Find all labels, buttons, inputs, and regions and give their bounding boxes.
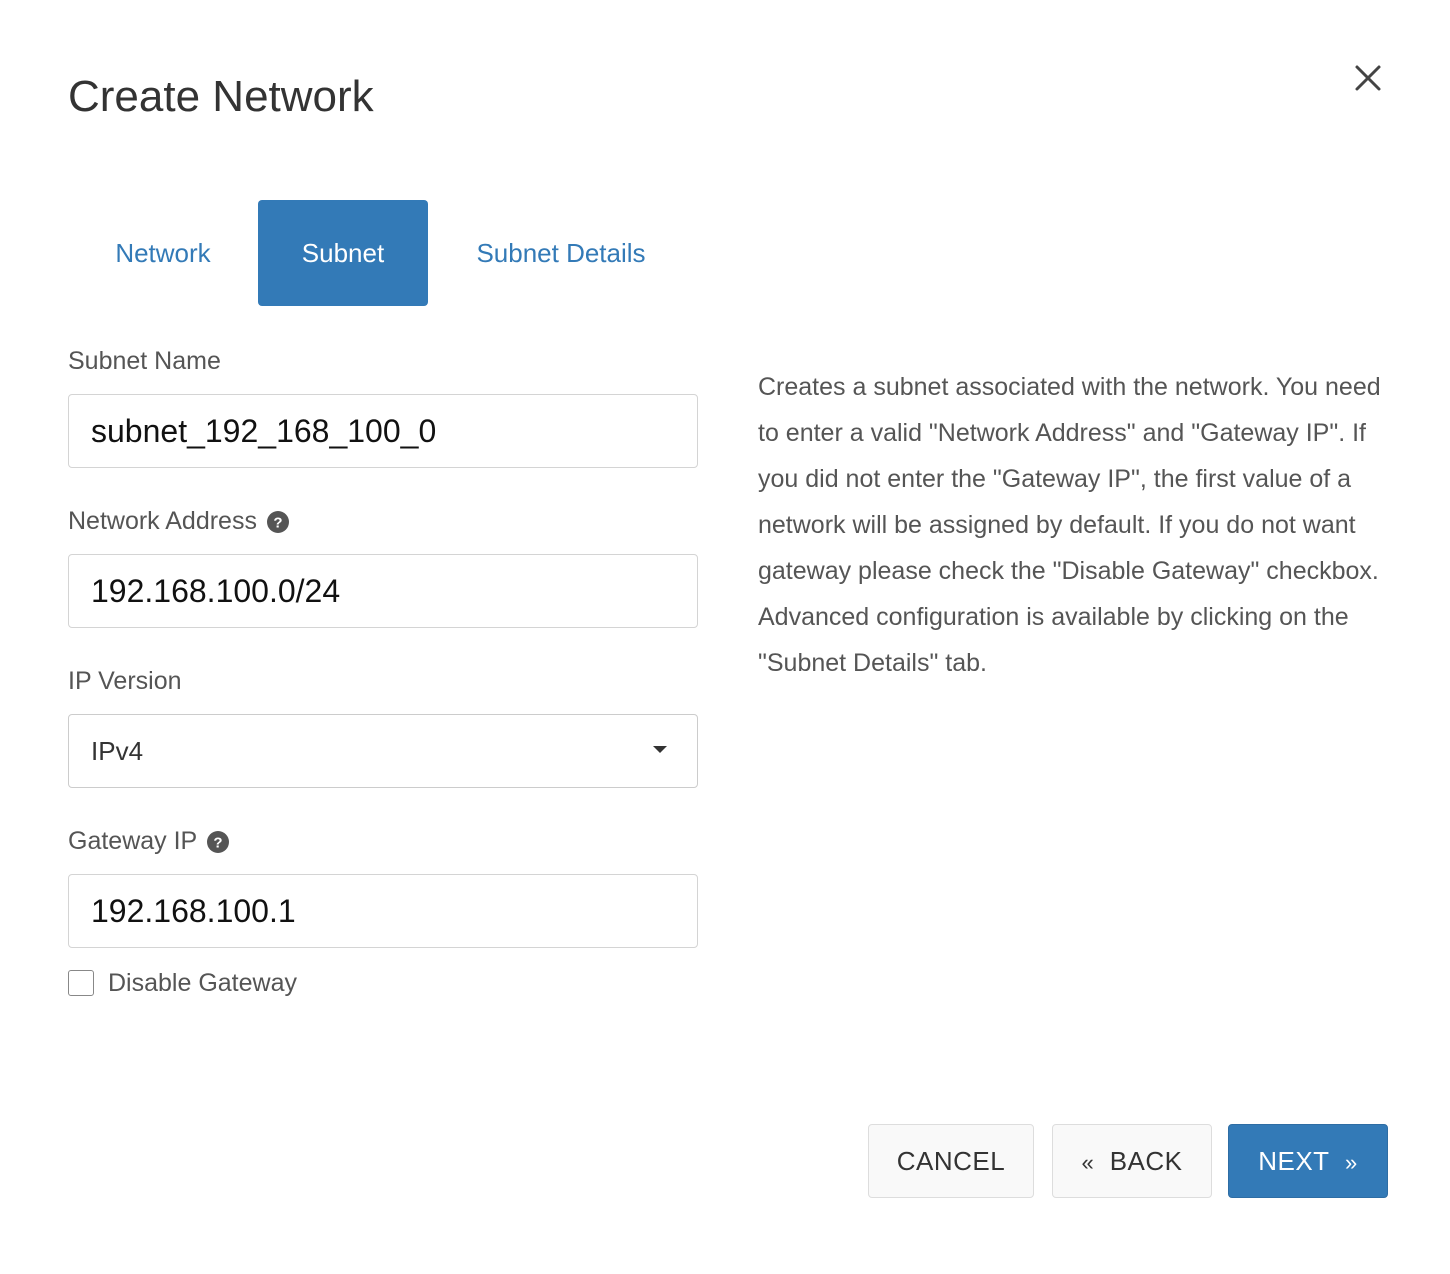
tab-network[interactable]: Network: [68, 200, 258, 306]
subnet-name-label: Subnet Name: [68, 346, 221, 376]
ip-version-selected-value: IPv4: [91, 736, 144, 766]
question-circle-icon[interactable]: ?: [266, 510, 289, 533]
help-description: Creates a subnet associated with the net…: [758, 373, 1381, 677]
svg-text:?: ?: [214, 835, 223, 852]
next-button[interactable]: NEXT »: [1228, 1124, 1388, 1198]
tab-subnet[interactable]: Subnet: [258, 200, 428, 306]
subnet-name-label-text: Subnet Name: [68, 347, 221, 375]
network-address-label-text: Network Address: [68, 507, 257, 535]
double-chevron-right-icon: »: [1345, 1150, 1358, 1175]
close-button[interactable]: [1348, 58, 1388, 98]
disable-gateway-row: Disable Gateway: [68, 968, 297, 998]
gateway-ip-input[interactable]: 192.168.100.1: [68, 874, 698, 948]
question-circle-icon[interactable]: ?: [207, 830, 230, 853]
cancel-button-label: CANCEL: [896, 1146, 1006, 1176]
next-button-label: NEXT: [1258, 1146, 1330, 1176]
svg-text:?: ?: [273, 515, 282, 532]
dialog-title: Create Network: [68, 72, 374, 121]
network-address-label: Network Address ?: [68, 506, 289, 536]
ip-version-label-text: IP Version: [68, 667, 182, 695]
tab-subnet-details[interactable]: Subnet Details: [428, 200, 694, 306]
cancel-button[interactable]: CANCEL: [868, 1124, 1034, 1198]
wizard-tabs: Network Subnet Subnet Details: [68, 200, 694, 306]
double-chevron-left-icon: «: [1081, 1150, 1095, 1175]
create-network-dialog: Create Network Network Subnet Subnet Det…: [0, 0, 1450, 1274]
ip-version-select[interactable]: IPv4: [68, 714, 698, 788]
subnet-name-input[interactable]: subnet_192_168_100_0: [68, 394, 698, 468]
disable-gateway-label[interactable]: Disable Gateway: [108, 969, 297, 998]
chevron-down-icon: [653, 746, 667, 753]
back-button-label: BACK: [1109, 1146, 1183, 1176]
network-address-input[interactable]: 192.168.100.0/24: [68, 554, 698, 628]
close-icon: [1355, 65, 1381, 91]
gateway-ip-label-text: Gateway IP: [68, 827, 198, 855]
gateway-ip-label: Gateway IP ?: [68, 826, 230, 856]
ip-version-label: IP Version: [68, 666, 182, 696]
back-button[interactable]: « BACK: [1052, 1124, 1212, 1198]
disable-gateway-checkbox[interactable]: [68, 970, 94, 996]
